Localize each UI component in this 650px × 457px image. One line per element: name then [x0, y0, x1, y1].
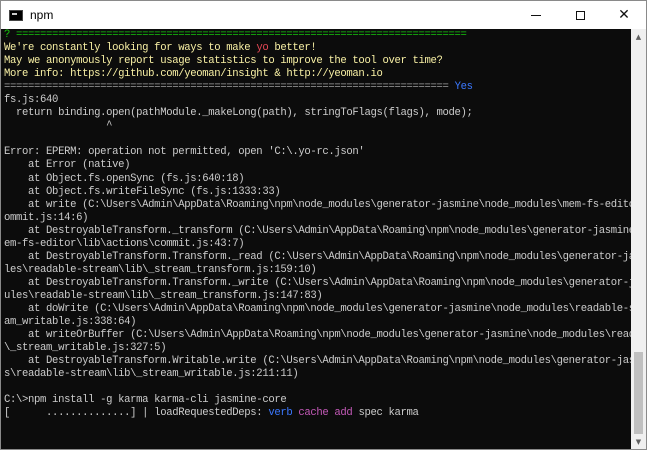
terminal-line: at DestroyableTransform.Writable.write (…: [4, 355, 636, 368]
terminal-text: at Object.fs.openSync (fs.js:640:18): [4, 172, 245, 185]
terminal-text: fs.js:640: [4, 94, 59, 107]
terminal-line: ommit.js:14:6): [4, 212, 636, 225]
title-bar[interactable]: npm ✕: [1, 1, 646, 29]
terminal-text: Yes: [454, 81, 473, 94]
terminal-line: at write (C:\Users\Admin\AppData\Roaming…: [4, 199, 636, 212]
terminal-text: verb: [268, 407, 293, 420]
chevron-up-icon: ▲: [635, 32, 642, 41]
terminal-line: at Object.fs.writeFileSync (fs.js:1333:3…: [4, 186, 636, 199]
terminal-text: cache add: [298, 407, 353, 420]
terminal-text: yo: [256, 42, 269, 55]
terminal-line: at doWrite (C:\Users\Admin\AppData\Roami…: [4, 303, 636, 316]
terminal-text: ommit.js:14:6): [4, 211, 89, 224]
terminal-line: \_stream_writable.js:327:5): [4, 342, 636, 355]
close-icon: ✕: [618, 7, 630, 23]
terminal-output[interactable]: ? ======================================…: [1, 29, 636, 449]
terminal-line: ^: [4, 120, 636, 133]
scroll-down-button[interactable]: ▼: [631, 434, 646, 449]
terminal-line: at DestroyableTransform.Transform._read …: [4, 251, 636, 264]
scroll-up-button[interactable]: ▲: [631, 29, 646, 44]
terminal-line: at DestroyableTransform._transform (C:\U…: [4, 225, 636, 238]
window-controls: ✕: [514, 1, 646, 29]
console-window: npm ✕ ? ================================…: [0, 0, 647, 450]
terminal-line: ules\readable-stream\lib\_stream_transfo…: [4, 290, 636, 303]
terminal-line: Error: EPERM: operation not permitted, o…: [4, 146, 636, 159]
scroll-thumb[interactable]: [634, 352, 643, 434]
terminal-text: am_writable.js:338:64): [4, 316, 137, 329]
terminal-text: em-fs-editor\lib\actions\commit.js:43:7): [4, 237, 245, 250]
terminal-text: at writeOrBuffer (C:\Users\Admin\AppData…: [28, 329, 636, 342]
terminal-text: ========================================…: [4, 81, 455, 94]
window-title: npm: [30, 8, 54, 22]
close-button[interactable]: ✕: [602, 1, 646, 29]
terminal-text: at DestroyableTransform.Transform._read …: [28, 250, 636, 263]
terminal-line: at Object.fs.openSync (fs.js:640:18): [4, 173, 636, 186]
terminal-text: Error: EPERM: operation not permitted, o…: [4, 146, 365, 159]
terminal-text: at DestroyableTransform._transform (C:\U…: [28, 224, 636, 237]
terminal-text: at write (C:\Users\Admin\AppData\Roaming…: [28, 198, 636, 211]
terminal-text: ules\readable-stream\lib\_stream_transfo…: [4, 289, 323, 302]
terminal-line: at writeOrBuffer (C:\Users\Admin\AppData…: [4, 329, 636, 342]
terminal-text: ? ======================================…: [4, 29, 467, 41]
terminal-line: May we anonymously report usage statisti…: [4, 55, 636, 68]
minimize-button[interactable]: [514, 1, 558, 29]
terminal-text: at DestroyableTransform.Transform._write…: [28, 276, 636, 289]
terminal-text: We're constantly looking for ways to mak…: [4, 42, 257, 55]
terminal-text: at doWrite (C:\Users\Admin\AppData\Roami…: [28, 302, 636, 315]
terminal-line: return binding.open(pathModule._makeLong…: [4, 107, 636, 120]
terminal-line: at Error (native): [4, 159, 636, 172]
terminal-text: at DestroyableTransform.Writable.write (…: [28, 355, 636, 368]
maximize-button[interactable]: [558, 1, 602, 29]
terminal-line: fs.js:640: [4, 94, 636, 107]
terminal-text: [ ..............] | loadRequestedDeps:: [4, 407, 269, 420]
terminal-line: [ ..............] | loadRequestedDeps: v…: [4, 407, 636, 420]
terminal-text: s\readable-stream\lib\_stream_writable.j…: [4, 368, 299, 381]
console-app-icon[interactable]: [9, 9, 23, 21]
terminal-text: better!: [268, 42, 317, 55]
minimize-icon: [531, 14, 541, 16]
terminal-text: spec karma: [352, 407, 419, 420]
terminal-line: We're constantly looking for ways to mak…: [4, 42, 636, 55]
terminal-line: at DestroyableTransform.Transform._write…: [4, 277, 636, 290]
terminal-line: ========================================…: [4, 81, 636, 94]
chevron-down-icon: ▼: [635, 437, 642, 446]
terminal-text: at Error (native): [4, 159, 131, 172]
terminal-line: am_writable.js:338:64): [4, 316, 636, 329]
terminal-text: ^: [4, 120, 113, 133]
terminal-line: em-fs-editor\lib\actions\commit.js:43:7): [4, 238, 636, 251]
terminal-line: les\readable-stream\lib\_stream_transfor…: [4, 264, 636, 277]
terminal-line: ? ======================================…: [4, 29, 636, 42]
vertical-scrollbar[interactable]: ▲ ▼: [631, 29, 646, 449]
terminal-text: \_stream_writable.js:327:5): [4, 342, 167, 355]
terminal-line: s\readable-stream\lib\_stream_writable.j…: [4, 368, 636, 381]
terminal-text: les\readable-stream\lib\_stream_transfor…: [4, 263, 317, 276]
terminal-text: May we anonymously report usage statisti…: [4, 55, 443, 68]
terminal-text: C:\>npm install -g karma karma-cli jasmi…: [4, 394, 287, 407]
terminal-text: return binding.open(pathModule._makeLong…: [4, 107, 473, 120]
maximize-icon: [575, 10, 585, 20]
terminal-line: More info: https://github.com/yeoman/ins…: [4, 68, 636, 81]
terminal-text: at Object.fs.writeFileSync (fs.js:1333:3…: [4, 185, 281, 198]
terminal-text: More info: https://github.com/yeoman/ins…: [4, 68, 383, 81]
terminal-line: C:\>npm install -g karma karma-cli jasmi…: [4, 394, 636, 407]
